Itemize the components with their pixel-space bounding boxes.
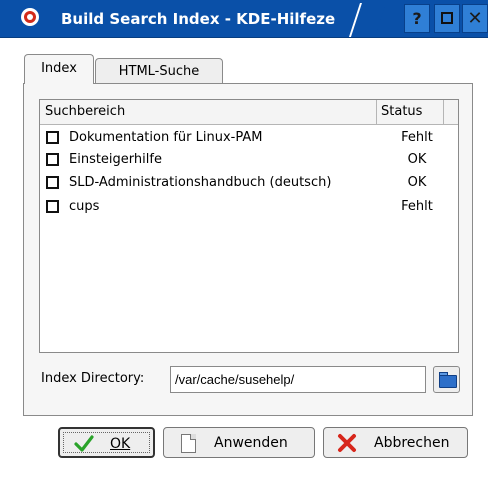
index-directory-input[interactable]	[170, 366, 426, 393]
close-icon: ✕	[467, 8, 483, 29]
window-titlebar[interactable]: Build Search Index - KDE-Hilfeze ? ✕	[0, 0, 488, 38]
cancel-button-label: Abbrechen	[374, 435, 450, 451]
list-item[interactable]: Dokumentation für Linux-PAM Fehlt	[40, 127, 458, 149]
index-directory-label: Index Directory:	[41, 371, 145, 386]
list-item[interactable]: cups Fehlt	[40, 196, 458, 218]
cancel-button[interactable]: Abbrechen	[323, 427, 468, 458]
list-item[interactable]: Einsteigerhilfe OK	[40, 149, 458, 171]
apply-button[interactable]: Anwenden	[163, 427, 315, 458]
list-item[interactable]: SLD-Administrationshandbuch (deutsch) OK	[40, 172, 458, 194]
title-tab-edge	[348, 3, 386, 37]
item-status: OK	[407, 175, 427, 190]
item-label: cups	[69, 199, 100, 214]
maximize-button[interactable]	[434, 4, 460, 33]
column-header-suchbereich[interactable]: Suchbereich	[45, 104, 125, 119]
tab-html-suche[interactable]: HTML-Suche	[95, 58, 223, 84]
window-title: Build Search Index - KDE-Hilfeze	[61, 10, 336, 28]
ok-button-label: OK	[110, 436, 131, 452]
column-separator[interactable]	[376, 100, 377, 124]
help-button[interactable]: ?	[404, 4, 430, 33]
help-icon: ?	[412, 9, 422, 28]
tab-html-suche-label: HTML-Suche	[118, 64, 200, 79]
column-separator[interactable]	[443, 100, 444, 124]
document-icon	[178, 433, 198, 453]
apply-button-label: Anwenden	[214, 435, 288, 451]
item-label: Einsteigerhilfe	[69, 152, 162, 167]
ok-button[interactable]: OK	[58, 427, 155, 458]
cancel-x-icon	[338, 434, 356, 452]
help-lifebuoy-icon[interactable]	[21, 8, 39, 26]
item-checkbox[interactable]	[46, 153, 59, 166]
item-status: OK	[407, 152, 427, 167]
maximize-icon	[441, 12, 453, 24]
item-checkbox[interactable]	[46, 200, 59, 213]
tab-index-label: Index	[41, 61, 77, 76]
list-header: Suchbereich Status	[40, 100, 458, 125]
tab-index[interactable]: Index	[24, 54, 94, 84]
item-status: Fehlt	[401, 130, 433, 145]
item-checkbox[interactable]	[46, 131, 59, 144]
item-label: SLD-Administrationshandbuch (deutsch)	[69, 175, 332, 190]
item-label: Dokumentation für Linux-PAM	[69, 130, 263, 145]
column-header-status[interactable]: Status	[381, 104, 422, 119]
item-status: Fehlt	[401, 199, 433, 214]
search-scope-list[interactable]: Suchbereich Status Dokumentation für Lin…	[39, 99, 459, 353]
check-icon	[74, 435, 94, 452]
item-checkbox[interactable]	[46, 176, 59, 189]
browse-folder-button[interactable]	[433, 366, 460, 393]
close-button[interactable]: ✕	[462, 4, 488, 33]
